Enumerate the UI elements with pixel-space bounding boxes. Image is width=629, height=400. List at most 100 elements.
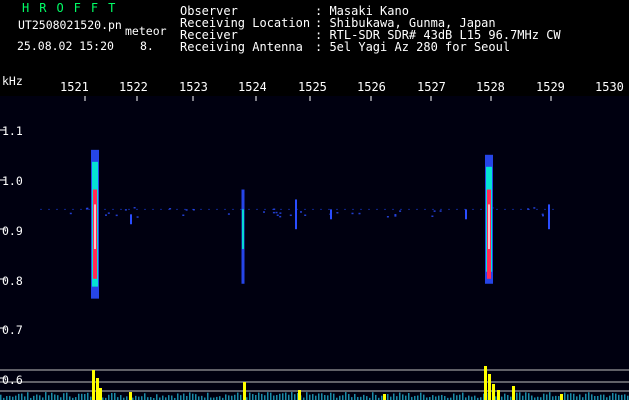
- noise-floor-bar: [324, 394, 326, 400]
- noise-floor-bar: [228, 395, 230, 400]
- noise-floor-bar: [531, 395, 533, 400]
- noise-floor-bar: [528, 393, 530, 400]
- noise-floor-bar: [390, 396, 392, 400]
- noise-floor-bar: [408, 393, 410, 400]
- noise-floor-bar: [27, 392, 29, 400]
- noise-floor-bar: [183, 393, 185, 400]
- noise-floor-bar: [81, 393, 83, 400]
- noise-dot: [394, 214, 397, 216]
- noise-floor-bar: [546, 394, 548, 400]
- noise-floor-bar: [15, 395, 17, 400]
- noise-dot: [351, 212, 354, 215]
- x-tick-label: 1521: [60, 80, 88, 94]
- noise-dot: [136, 216, 139, 218]
- noise-floor-bar: [138, 396, 140, 400]
- noise-floor-bar: [525, 392, 527, 400]
- noise-floor-bar: [420, 392, 422, 400]
- noise-floor-bar: [177, 393, 179, 400]
- x-tick-label: 1529: [536, 80, 564, 94]
- noise-dot: [169, 208, 172, 210]
- noise-floor-bar: [591, 394, 593, 400]
- noise-floor-bar: [288, 394, 290, 400]
- noise-floor-bar: [612, 393, 614, 400]
- meteor-trace-peak: [488, 204, 490, 250]
- noise-floor-bar: [162, 395, 164, 400]
- noise-floor-bar: [462, 392, 464, 400]
- noise-floor-bar: [126, 396, 128, 400]
- noise-dot: [192, 209, 195, 211]
- noise-dot: [276, 214, 279, 216]
- noise-floor-bar: [558, 396, 560, 400]
- noise-floor-bar: [120, 395, 122, 400]
- noise-floor-bar: [600, 394, 602, 400]
- noise-floor-bar: [69, 396, 71, 400]
- noise-floor-bar: [345, 392, 347, 400]
- noise-floor-bar: [576, 396, 578, 400]
- noise-dot: [533, 207, 536, 209]
- intensity-peak: [488, 374, 491, 400]
- noise-floor-bar: [189, 392, 191, 400]
- intensity-peak: [560, 394, 563, 400]
- noise-floor-bar: [33, 395, 35, 400]
- noise-floor-bar: [519, 392, 521, 400]
- y-axis-unit: kHz: [2, 74, 23, 88]
- noise-dot: [358, 212, 361, 215]
- spectrogram-plot: [0, 96, 629, 400]
- noise-floor-bar: [192, 393, 194, 400]
- noise-dot: [182, 214, 185, 216]
- noise-dot: [185, 209, 188, 211]
- antenna-value: : 5el Yagi Az 280 for Seoul: [315, 40, 511, 54]
- faint-streak: [548, 204, 550, 230]
- faint-streak: [465, 209, 467, 220]
- noise-floor-bar: [51, 392, 53, 400]
- noise-floor-bar: [66, 392, 68, 400]
- noise-dot: [263, 211, 265, 213]
- noise-floor-bar: [111, 393, 113, 400]
- noise-floor-bar: [249, 392, 251, 400]
- noise-floor-bar: [387, 394, 389, 400]
- noise-dot: [133, 207, 136, 209]
- noise-floor-bar: [36, 394, 38, 400]
- noise-floor-bar: [342, 395, 344, 400]
- noise-floor-bar: [237, 392, 239, 400]
- noise-dot: [273, 208, 276, 210]
- meteor-trace-peak: [94, 204, 96, 250]
- noise-floor-bar: [198, 396, 200, 400]
- noise-floor-bar: [552, 396, 554, 400]
- noise-floor-bar: [6, 396, 8, 400]
- noise-floor-bar: [435, 396, 437, 400]
- noise-floor-bar: [339, 395, 341, 400]
- noise-floor-bar: [291, 392, 293, 400]
- noise-floor-bar: [219, 396, 221, 400]
- noise-floor-bar: [330, 392, 332, 400]
- noise-floor-bar: [180, 395, 182, 400]
- noise-floor-bar: [555, 395, 557, 400]
- noise-floor-bar: [0, 394, 2, 400]
- y-tick-label: 0.9: [2, 224, 23, 238]
- noise-floor-bar: [510, 396, 512, 400]
- noise-floor-bar: [441, 394, 443, 400]
- noise-floor-bar: [459, 394, 461, 400]
- antenna-label: Receiving Antenna: [180, 40, 303, 54]
- noise-floor-bar: [315, 395, 317, 400]
- intensity-peak: [298, 390, 301, 400]
- mode-label: meteor: [125, 24, 167, 38]
- faint-streak: [330, 209, 332, 220]
- intensity-peak: [129, 392, 132, 400]
- x-tick-label: 1522: [119, 80, 147, 94]
- intensity-peak: [484, 366, 487, 400]
- noise-floor-bar: [186, 395, 188, 400]
- noise-floor-bar: [171, 395, 173, 400]
- datetime-label: 25.08.02 15:20: [17, 39, 114, 53]
- noise-floor-bar: [282, 393, 284, 400]
- noise-floor-bar: [258, 392, 260, 400]
- noise-floor-bar: [141, 396, 143, 400]
- noise-floor-bar: [354, 393, 356, 400]
- noise-floor-bar: [570, 393, 572, 400]
- noise-floor-bar: [267, 392, 269, 400]
- noise-floor-bar: [84, 394, 86, 400]
- noise-floor-bar: [144, 393, 146, 400]
- noise-dot: [336, 212, 339, 214]
- noise-dot: [304, 214, 307, 216]
- noise-floor-bar: [402, 394, 404, 400]
